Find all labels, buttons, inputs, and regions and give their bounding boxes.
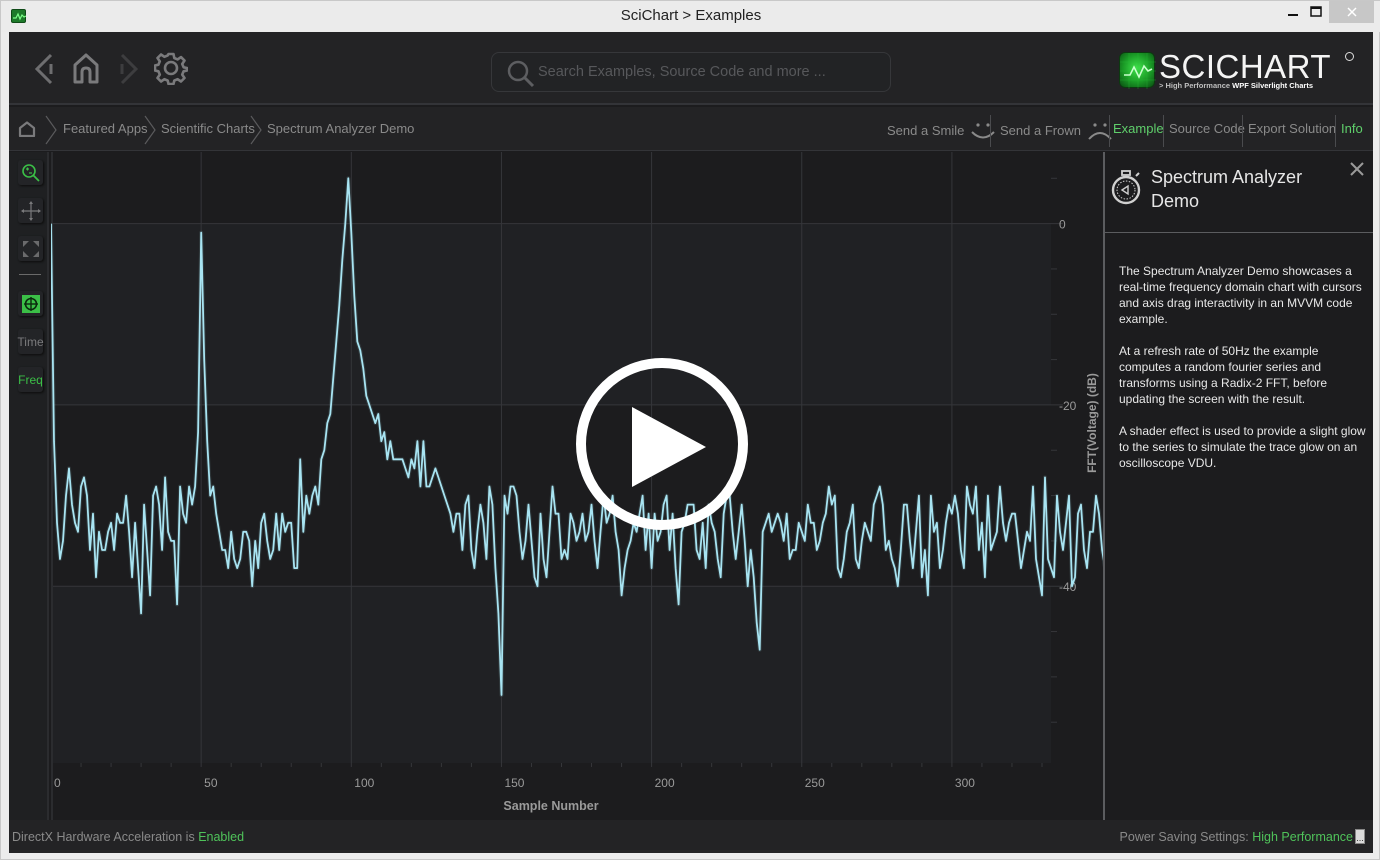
- tab-source-code[interactable]: Source Code: [1169, 121, 1245, 136]
- cursor-tool-button[interactable]: [18, 291, 43, 316]
- breadcrumb: Featured Apps Scientific Charts Spectrum…: [9, 107, 1373, 151]
- crosshair-icon: [21, 294, 40, 313]
- forward-icon[interactable]: [119, 52, 139, 90]
- info-description: The Spectrum Analyzer Demo showcases a r…: [1119, 263, 1369, 487]
- power-saving-value[interactable]: High Performance: [1252, 830, 1353, 844]
- time-mode-button[interactable]: Time: [17, 329, 44, 354]
- action-divider: [1335, 115, 1336, 147]
- power-settings-button[interactable]: ...: [1355, 829, 1365, 844]
- breadcrumb-item-scientific-charts[interactable]: Scientific Charts: [161, 121, 255, 136]
- hardware-acceleration-status: DirectX Hardware Acceleration is Enabled: [12, 830, 245, 844]
- breadcrumb-separator-icon: [250, 115, 262, 145]
- x-tick-label: 250: [805, 776, 825, 790]
- breadcrumb-item-featured-apps[interactable]: Featured Apps: [63, 121, 148, 136]
- settings-icon[interactable]: [153, 51, 189, 89]
- window-title: SciChart > Examples: [620, 7, 762, 24]
- app-window: SciChart > Examples Search Examples, Sou…: [0, 0, 1380, 860]
- x-tick-label: 300: [955, 776, 975, 790]
- y-axis-panel: [1051, 152, 1103, 820]
- logo-tagline: > High Performance WPF Silverlight Chart…: [1159, 81, 1314, 90]
- x-axis-title: Sample Number: [503, 799, 598, 813]
- info-paragraph: At a refresh rate of 50Hz the example co…: [1119, 344, 1328, 406]
- breadcrumb-separator-icon: [45, 115, 57, 145]
- stopwatch-icon: [1109, 170, 1143, 210]
- y-tick-label: 0: [1059, 218, 1066, 232]
- breadcrumb-home-icon[interactable]: [18, 121, 36, 141]
- action-divider: [1242, 115, 1243, 147]
- pan-tool-button[interactable]: [18, 198, 43, 223]
- zoom-icon: [21, 163, 40, 182]
- power-saving-status: Power Saving Settings: High Performance: [1119, 830, 1353, 844]
- breadcrumb-separator-icon: [144, 115, 156, 145]
- freq-mode-button[interactable]: Freq: [18, 367, 43, 392]
- hardware-acceleration-value: Enabled: [198, 830, 245, 844]
- pan-icon: [20, 200, 41, 221]
- zoom-extents-button[interactable]: [18, 236, 43, 261]
- search-box[interactable]: [491, 52, 891, 92]
- y-axis-title: FFT(Voltage) (dB): [1085, 373, 1099, 473]
- action-divider: [1163, 115, 1164, 147]
- play-icon: [576, 358, 748, 530]
- breadcrumb-item-spectrum-analyzer[interactable]: Spectrum Analyzer Demo: [267, 121, 414, 136]
- action-divider: [990, 115, 991, 147]
- info-paragraph: A shader effect is used to provide a sli…: [1119, 424, 1366, 470]
- search-input[interactable]: [538, 61, 878, 83]
- status-bar: DirectX Hardware Acceleration is Enabled…: [9, 820, 1373, 853]
- search-icon: [507, 60, 535, 88]
- tab-info[interactable]: Info: [1341, 121, 1363, 136]
- zoom-tool-button[interactable]: [18, 160, 43, 185]
- close-icon[interactable]: [1349, 158, 1365, 182]
- info-divider: [1105, 232, 1373, 233]
- send-frown-button[interactable]: Send a Frown: [1000, 121, 1113, 141]
- info-title: Spectrum Analyzer Demo: [1151, 167, 1303, 211]
- send-frown-label: Send a Frown: [1000, 123, 1081, 138]
- x-tick-label: 200: [655, 776, 675, 790]
- x-tick-label: 50: [204, 776, 218, 790]
- info-paragraph: The Spectrum Analyzer Demo showcases a r…: [1119, 264, 1362, 326]
- back-icon[interactable]: [33, 52, 57, 90]
- smile-icon: [971, 123, 995, 139]
- registered-mark: [1345, 52, 1354, 61]
- x-tick-label: 100: [354, 776, 374, 790]
- x-tick-label: 0: [54, 776, 61, 790]
- tab-example[interactable]: Example: [1113, 121, 1164, 136]
- send-smile-label: Send a Smile: [887, 123, 965, 138]
- chart-toolbar: Time Freq: [9, 152, 49, 820]
- toolbar-divider: [19, 274, 41, 275]
- close-button[interactable]: [1329, 1, 1374, 23]
- title-bar[interactable]: SciChart > Examples: [1, 1, 1380, 32]
- action-divider: [1109, 115, 1110, 147]
- scichart-logo: SCICHART > High Performance WPF Silverli…: [1119, 48, 1359, 98]
- y-tick-label: -20: [1059, 399, 1077, 413]
- play-button[interactable]: [571, 353, 753, 535]
- tab-export-solution[interactable]: Export Solution: [1248, 121, 1336, 136]
- info-panel: Spectrum Analyzer Demo The Spectrum Anal…: [1103, 152, 1373, 820]
- client-area: SCICHART > High Performance WPF Silverli…: [9, 32, 1373, 853]
- home-icon[interactable]: [72, 52, 100, 88]
- x-tick-label: 150: [504, 776, 524, 790]
- send-smile-button[interactable]: Send a Smile: [887, 121, 996, 141]
- top-navigation-bar: SCICHART > High Performance WPF Silverli…: [9, 32, 1373, 105]
- logo-mark: [1119, 52, 1156, 89]
- zoom-extents-icon: [22, 240, 39, 257]
